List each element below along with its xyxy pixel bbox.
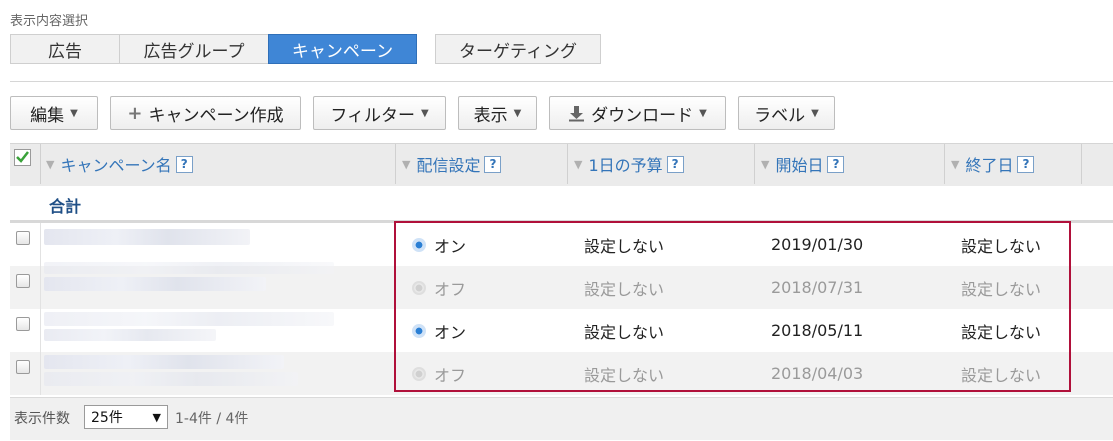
select-all-checkbox[interactable] <box>14 149 31 166</box>
pagination-range: 1-4件 / 4件 <box>175 411 249 427</box>
row-checkbox[interactable] <box>16 274 30 288</box>
filter-label: フィルター <box>330 105 415 126</box>
campaign-name-redacted <box>44 262 334 274</box>
help-icon[interactable]: ? <box>827 155 845 173</box>
label-label: ラベル <box>754 105 806 126</box>
sort-icon: ▼ <box>574 157 583 171</box>
column-name-label: キャンペーン名 <box>60 156 172 175</box>
section-label: 表示内容選択 <box>10 14 89 29</box>
view-tabs: 広告 広告グループ キャンペーン ターゲティング <box>10 34 601 64</box>
column-header-daily-budget[interactable]: ▼ 1日の予算 ? <box>574 143 684 185</box>
per-page-label: 表示件数 <box>14 411 70 427</box>
tab-ads[interactable]: 広告 <box>10 34 120 64</box>
display-label: 表示 <box>473 105 508 126</box>
help-icon[interactable]: ? <box>484 155 502 173</box>
tab-campaigns[interactable]: キャンペーン <box>268 34 417 64</box>
tab-ad-groups[interactable]: 広告グループ <box>119 34 269 64</box>
column-header-delivery[interactable]: ▼ 配信設定 ? <box>402 143 502 185</box>
column-separator <box>944 144 945 184</box>
campaign-name-redacted[interactable] <box>44 312 334 326</box>
column-separator <box>754 144 755 184</box>
column-separator <box>395 144 396 184</box>
column-separator <box>567 144 568 184</box>
help-icon[interactable]: ? <box>1017 155 1035 173</box>
column-separator <box>40 144 41 184</box>
edit-button[interactable]: 編集 ▼ <box>10 96 98 130</box>
checkmark-icon <box>14 149 31 166</box>
create-campaign-label: キャンペーン作成 <box>148 105 284 126</box>
caret-down-icon: ▼ <box>699 107 707 119</box>
sort-icon: ▼ <box>46 157 55 171</box>
total-row <box>10 186 1113 220</box>
help-icon[interactable]: ? <box>666 155 684 173</box>
column-budget-label: 1日の予算 <box>588 156 663 175</box>
label-button[interactable]: ラベル ▼ <box>738 96 835 130</box>
row-checkbox[interactable] <box>16 360 30 374</box>
sort-icon: ▼ <box>402 157 411 171</box>
campaign-name-redacted <box>44 329 216 341</box>
display-button[interactable]: 表示 ▼ <box>458 96 537 130</box>
help-icon[interactable]: ? <box>175 155 193 173</box>
filter-button[interactable]: フィルター ▼ <box>313 96 446 130</box>
caret-down-icon: ▼ <box>70 107 78 119</box>
create-campaign-button[interactable]: + キャンペーン作成 <box>110 96 301 130</box>
sort-icon: ▼ <box>951 157 960 171</box>
campaign-name-redacted[interactable] <box>44 229 250 245</box>
sort-icon: ▼ <box>761 157 770 171</box>
edit-label: 編集 <box>30 105 65 126</box>
row-checkbox[interactable] <box>16 317 30 331</box>
highlight-box <box>394 221 1071 392</box>
per-page-value: 25件 <box>91 410 123 426</box>
plus-icon: + <box>127 102 143 124</box>
download-label: ダウンロード <box>591 105 694 126</box>
campaign-name-redacted <box>44 372 298 386</box>
caret-down-icon: ▼ <box>420 107 429 119</box>
column-delivery-label: 配信設定 <box>416 156 481 175</box>
caret-down-icon: ▼ <box>152 410 161 424</box>
download-button[interactable]: ダウンロード ▼ <box>549 96 726 130</box>
column-separator <box>1081 144 1082 184</box>
column-end-label: 終了日 <box>965 156 1014 175</box>
caret-down-icon: ▼ <box>513 107 522 119</box>
tab-targeting[interactable]: ターゲティング <box>435 34 601 64</box>
row-checkbox[interactable] <box>16 231 30 245</box>
column-header-end-date[interactable]: ▼ 終了日 ? <box>951 143 1035 185</box>
campaign-name-redacted[interactable] <box>44 355 284 369</box>
caret-down-icon: ▼ <box>811 107 819 119</box>
divider <box>10 81 1113 82</box>
per-page-select[interactable]: 25件 ▼ <box>84 405 168 429</box>
column-header-start-date[interactable]: ▼ 開始日 ? <box>761 143 845 185</box>
campaign-name-redacted[interactable] <box>44 277 266 291</box>
column-start-label: 開始日 <box>775 156 824 175</box>
total-label: 合計 <box>49 197 82 216</box>
download-icon <box>569 105 585 121</box>
column-header-name[interactable]: ▼ キャンペーン名 ? <box>46 143 193 185</box>
toolbar: 編集 ▼ + キャンペーン作成 フィルター ▼ 表示 ▼ ダウンロード ▼ ラベ… <box>10 96 847 130</box>
